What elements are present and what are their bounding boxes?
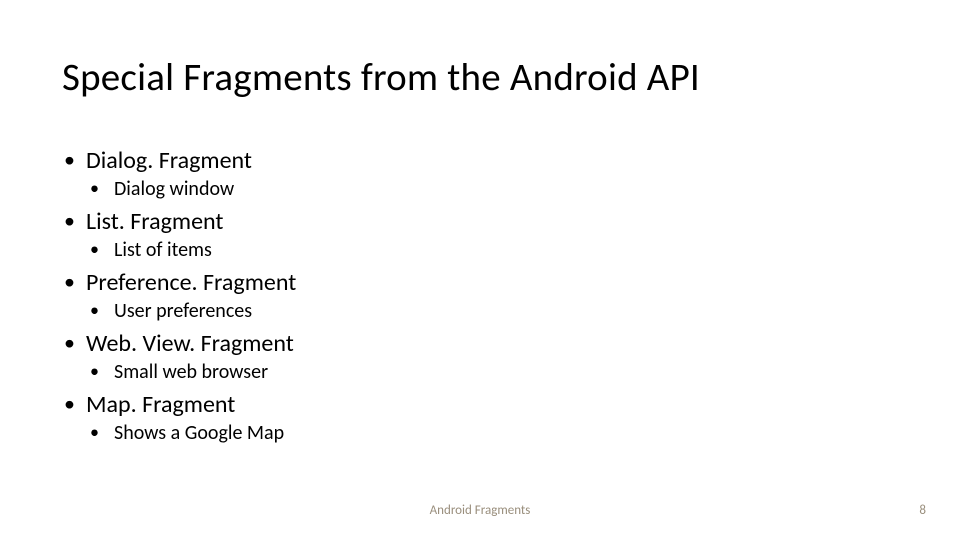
bullet-text: List. Fragment [86, 207, 223, 236]
bullet-lvl2: List of items [88, 238, 882, 262]
bullet-text: Map. Fragment [86, 390, 235, 419]
bullet-lvl2: Shows a Google Map [88, 421, 882, 445]
bullet-text: Shows a Google Map [114, 421, 284, 445]
bullet-lvl1: Web. View. Fragment [62, 329, 882, 358]
bullet-lvl2: Small web browser [88, 360, 882, 384]
bullet-text: Dialog window [114, 177, 234, 201]
bullet-lvl1: Map. Fragment [62, 390, 882, 419]
footer-center: Android Fragments [0, 503, 960, 518]
bullet-text: Preference. Fragment [86, 268, 296, 297]
bullet-lvl1: List. Fragment [62, 207, 882, 236]
slide-title: Special Fragments from the Android API [62, 54, 700, 101]
bullet-lvl2: Dialog window [88, 177, 882, 201]
slide-body: Dialog. Fragment Dialog window List. Fra… [62, 140, 882, 445]
bullet-lvl1: Dialog. Fragment [62, 146, 882, 175]
page-number: 8 [919, 503, 926, 518]
slide: Special Fragments from the Android API D… [0, 0, 960, 540]
bullet-lvl1: Preference. Fragment [62, 268, 882, 297]
bullet-text: Dialog. Fragment [86, 146, 252, 175]
bullet-text: List of items [114, 238, 212, 262]
bullet-text: Web. View. Fragment [86, 329, 294, 358]
bullet-text: Small web browser [114, 360, 268, 384]
bullet-text: User preferences [114, 299, 252, 323]
bullet-lvl2: User preferences [88, 299, 882, 323]
